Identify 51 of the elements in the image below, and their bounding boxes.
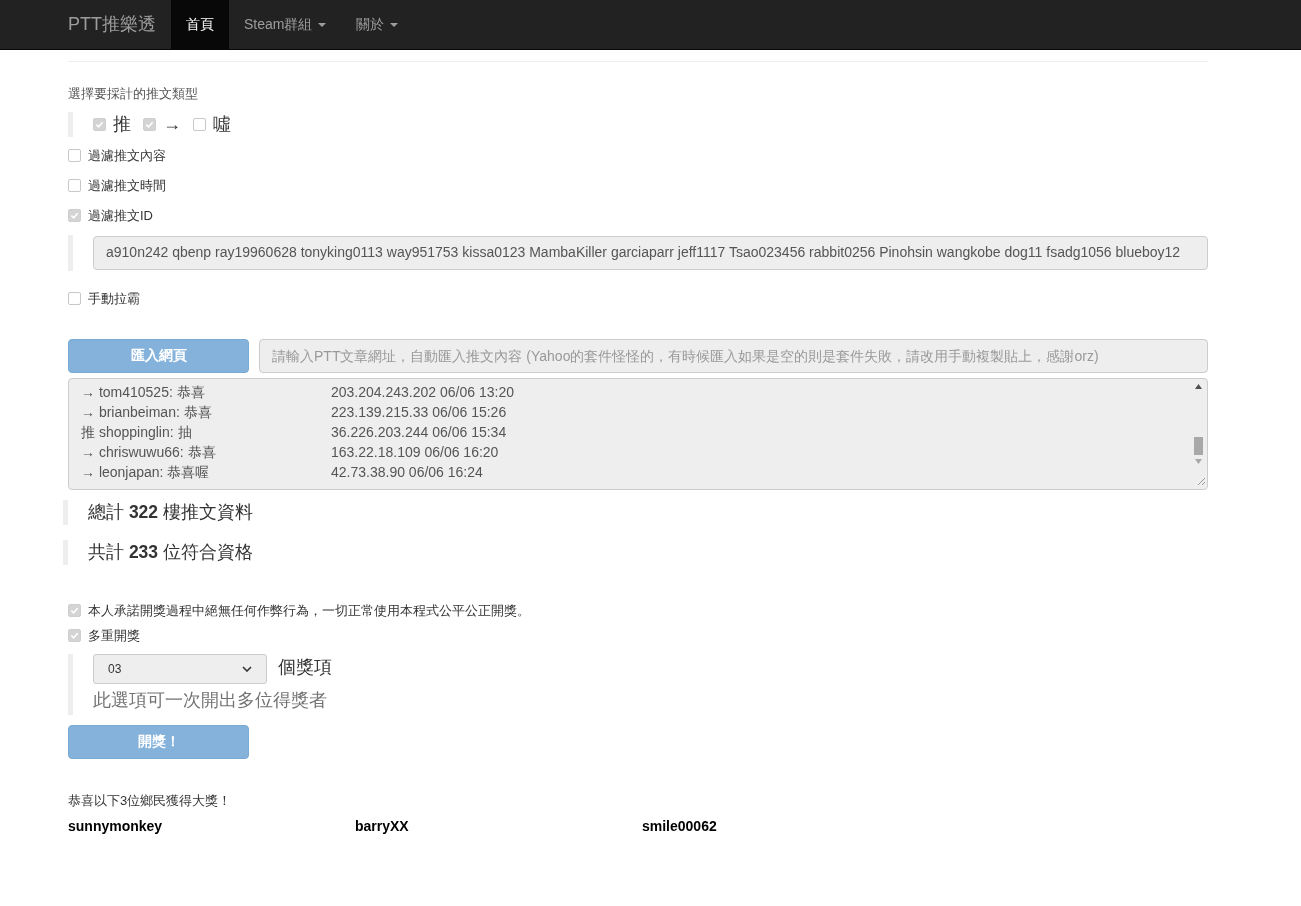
id-filter-field[interactable]: a910n242 qbenp ray19960628 tonyking0113 way951753 kissa0123 MambaKiller garciaparr jeff1117 Tsao023456 rabbit0256 Pinohsin wangkobe dog11 fsadg1056 blueboy12 — [93, 235, 1208, 270]
comment-meta: 163.22.18.109 06/06 16:20 — [331, 443, 499, 462]
comment-text: → tom410525: 恭喜 — [81, 383, 206, 402]
nav-tab[interactable]: 關於 — [341, 0, 414, 49]
checkbox-label: 手動拉霸 — [88, 289, 140, 308]
url-field[interactable]: 請輸入PTT文章網址，自動匯入推文內容 (Yahoo的套件怪怪的，有時候匯入如果是空的則是套件失敗，請改用手動複製貼上，感謝orz) — [259, 338, 1208, 373]
comment-meta: 223.139.215.33 06/06 15:26 — [331, 403, 507, 422]
winner-name: sunnymonkey — [68, 817, 164, 837]
checkbox[interactable] — [193, 117, 206, 131]
checkbox[interactable] — [68, 292, 81, 305]
comment-text: → leonjapan: 恭喜喔 — [81, 463, 211, 482]
checkbox-label: 過濾推文時間 — [88, 176, 166, 195]
comment-meta: 42.73.38.90 06/06 16:24 — [331, 463, 483, 482]
comment-text: 推 shoppinglin: 抽 — [81, 423, 193, 442]
section-label: 選擇要採計的推文類型 — [68, 85, 199, 103]
checkbox-label: 過濾推文內容 — [88, 146, 166, 165]
comment-meta: 36.226.203.244 06/06 15:34 — [331, 423, 507, 442]
comment-text: → chriswuwu66: 恭喜 — [81, 443, 217, 462]
summary-text: 共計 233 位符合資格 — [88, 540, 253, 564]
check-icon — [145, 119, 154, 129]
checkbox-label: 過濾推文ID — [88, 206, 153, 225]
checkbox[interactable] — [93, 117, 106, 131]
winner-name: barryXX — [355, 817, 410, 837]
check-icon — [70, 631, 79, 640]
result-title: 恭喜以下3位鄉民獲得大獎！ — [68, 791, 233, 810]
checkbox-label: 推 — [113, 112, 131, 136]
count-select[interactable]: 03 — [93, 653, 267, 684]
comment-meta: 203.204.243.202 06/06 13:20 — [331, 383, 514, 402]
check-icon — [70, 606, 79, 615]
checkbox[interactable] — [68, 604, 81, 617]
nav-tab[interactable]: Steam群組 — [229, 0, 342, 49]
chevron-icon — [242, 665, 252, 672]
check-icon — [95, 119, 104, 129]
unit-label: 個獎項 — [278, 655, 332, 679]
nav-tab[interactable]: 首頁 — [171, 0, 229, 49]
checkbox[interactable] — [68, 209, 81, 222]
checkbox-label: 噓 — [213, 112, 231, 136]
checkbox-label: → — [163, 112, 181, 136]
help-text: 此選項可一次開出多位得獎者 — [93, 688, 328, 712]
brand-link[interactable]: PTT推樂透 — [68, 0, 171, 49]
summary-text: 總計 322 樓推文資料 — [88, 500, 253, 524]
comments-area[interactable] — [68, 377, 1208, 490]
checkbox[interactable] — [143, 117, 156, 131]
checkbox[interactable] — [68, 179, 81, 192]
checkbox[interactable] — [68, 149, 81, 162]
checkbox-label: 本人承諾開獎過程中絕無任何作弊行為，一切正常使用本程式公平公正開獎。 — [88, 601, 530, 620]
comment-text: → brianbeiman: 恭喜 — [81, 403, 213, 422]
check-icon — [70, 211, 79, 220]
winner-name: smile00062 — [642, 817, 718, 837]
checkbox[interactable] — [68, 629, 81, 642]
checkbox-label: 多重開獎 — [88, 626, 140, 645]
